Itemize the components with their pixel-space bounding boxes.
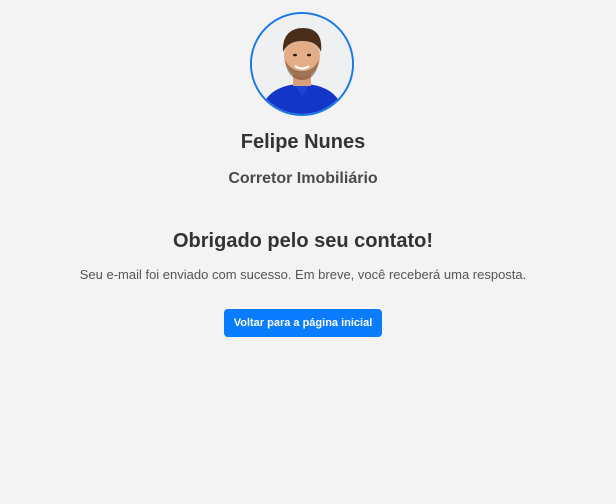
profile-avatar [250, 12, 354, 116]
back-home-button[interactable]: Voltar para a página inicial [224, 309, 382, 337]
confirmation-message: Seu e-mail foi enviado com sucesso. Em b… [79, 267, 527, 282]
profile-photo-icon [252, 14, 352, 114]
profile-role: Corretor Imobiliário [228, 170, 378, 187]
confirmation-title: Obrigado pelo seu contato! [172, 230, 433, 252]
profile-name: Felipe Nunes [240, 131, 366, 153]
thank-you-page: Felipe Nunes Corretor Imobiliário Obriga… [0, 0, 616, 504]
